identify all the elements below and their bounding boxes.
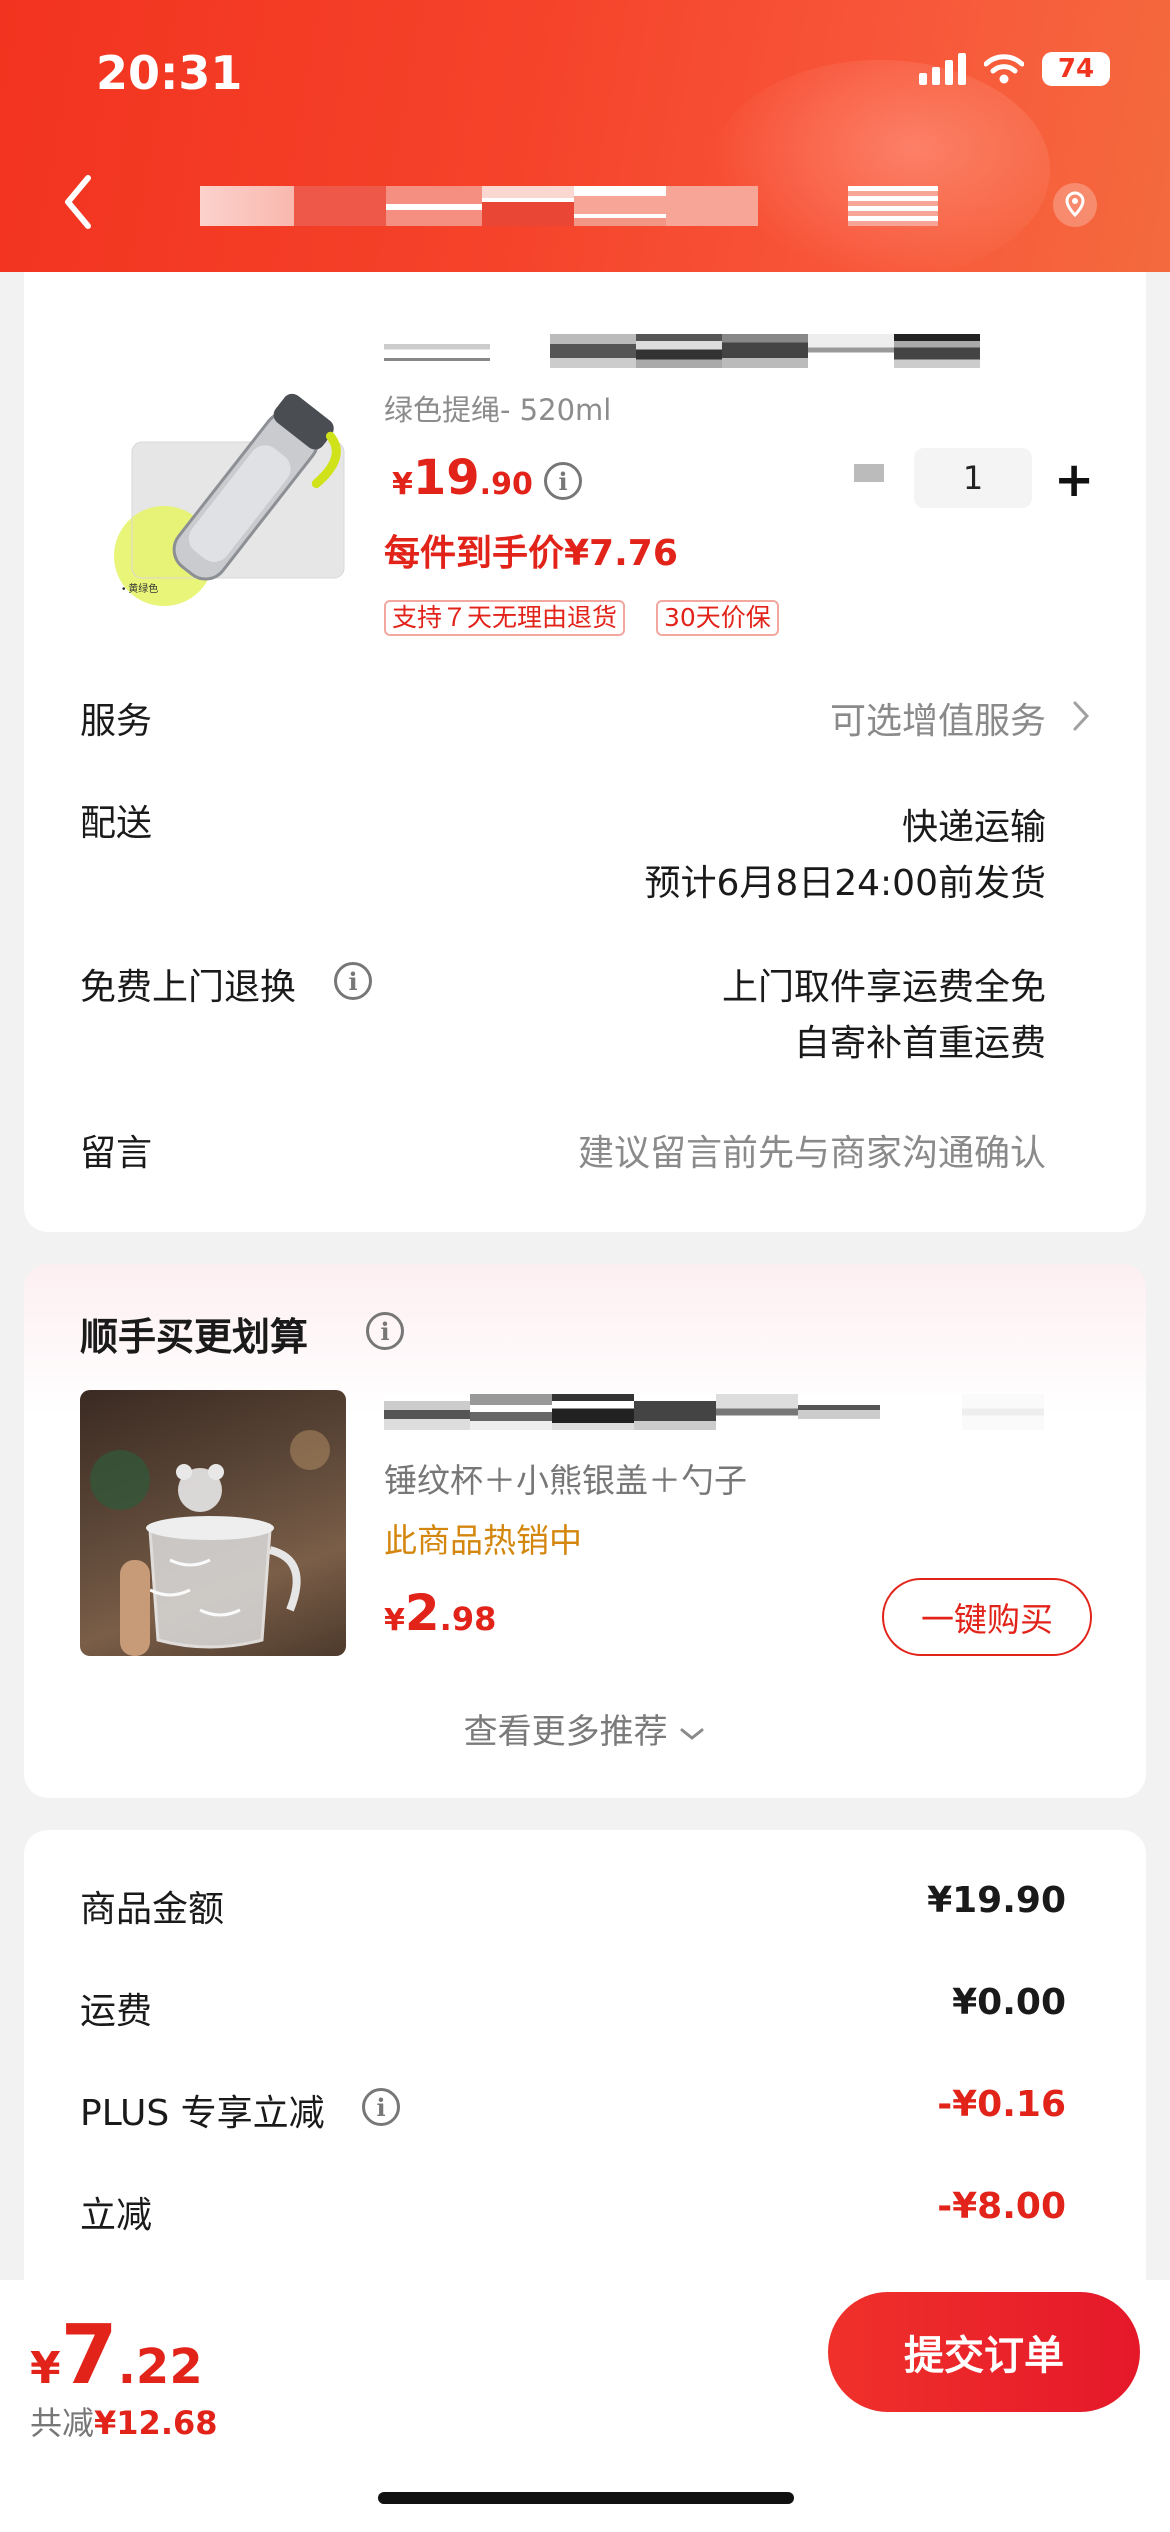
header-decoration [710, 60, 1050, 272]
battery-icon: 74 [1042, 52, 1110, 86]
quantity-increase-button[interactable]: + [1054, 450, 1094, 510]
recommended-title-redacted [384, 1394, 1044, 1430]
back-icon[interactable] [58, 172, 98, 232]
plus-discount-value: -¥0.16 [937, 2084, 1066, 2125]
shipping-fee-value: ¥0.00 [952, 1982, 1066, 2023]
quantity-input[interactable]: 1 [914, 448, 1032, 508]
info-icon[interactable]: i [544, 462, 582, 500]
product-title-redacted [384, 334, 980, 368]
recommended-product-thumbnail[interactable] [80, 1390, 346, 1656]
shop-title-redacted [200, 186, 758, 226]
service-value[interactable]: 可选增值服务 [830, 692, 1046, 744]
shop-title-redacted-2 [848, 186, 938, 226]
subtotal-value: ¥19.90 [927, 1880, 1066, 1921]
return-self-ship-text: 自寄补首重运费 [793, 1023, 1046, 1064]
location-icon[interactable] [1050, 180, 1100, 230]
net-price: 每件到手价¥7.76 [384, 533, 678, 574]
quantity-decrease-button[interactable] [854, 464, 884, 482]
service-label: 服务 [80, 701, 153, 742]
instant-discount-value: -¥8.00 [937, 2186, 1066, 2227]
svg-text:• 黄绿色: • 黄绿色 [122, 582, 158, 595]
checkout-bar: ¥7.22 共减¥12.68 提交订单 [0, 2280, 1170, 2532]
total-price: ¥7.22 [30, 2308, 203, 2403]
more-recommendations-link[interactable]: 查看更多推荐 [24, 1704, 1146, 1753]
submit-order-button[interactable]: 提交订单 [828, 2292, 1140, 2412]
recommendation-title: 顺手买更划算 [80, 1315, 309, 1359]
home-indicator[interactable] [378, 2492, 794, 2504]
recommendation-card: 顺手买更划算 i 锤纹杯＋小熊银盖＋勺子 此商品热销中 ¥2.98 一键购买 查… [24, 1264, 1146, 1798]
note-label: 留言 [80, 1133, 153, 1174]
unit-price: ¥19.90 [392, 450, 533, 506]
delivery-estimate: 预计6月8日24:00前发货 [644, 863, 1046, 904]
info-icon[interactable]: i [334, 962, 372, 1000]
instant-discount-label: 立减 [80, 2195, 153, 2236]
hot-sale-badge: 此商品热销中 [384, 1521, 582, 1560]
info-icon[interactable]: i [366, 1312, 404, 1350]
status-icons: 74 [919, 52, 1110, 86]
return-policy-tag: 支持７天无理由退货 [384, 600, 626, 636]
signal-icon [919, 53, 966, 85]
subtotal-label: 商品金额 [80, 1889, 225, 1930]
product-variant: 绿色提绳- 520ml [384, 393, 612, 427]
wifi-icon [984, 54, 1024, 84]
status-time: 20:31 [96, 46, 243, 100]
shipping-fee-label: 运费 [80, 1991, 153, 2032]
info-icon[interactable]: i [362, 2088, 400, 2126]
chevron-down-icon [680, 1728, 704, 1740]
delivery-label: 配送 [80, 803, 153, 844]
delivery-method: 快递运输 [901, 807, 1046, 848]
free-return-label: 免费上门退换 [80, 967, 297, 1008]
top-header: 20:31 74 [0, 0, 1170, 272]
total-saved: 共减¥12.68 [30, 2404, 218, 2442]
more-recommendations-label: 查看更多推荐 [463, 1712, 668, 1752]
order-item-card: • 黄绿色 绿色提绳- 520ml ¥19.90 i 1 + 每件到手价¥7.7… [24, 272, 1146, 1232]
recommended-price: ¥2.98 [384, 1584, 497, 1642]
return-pickup-text: 上门取件享运费全免 [721, 967, 1046, 1008]
price-protect-tag: 30天价保 [656, 600, 779, 636]
one-click-buy-button[interactable]: 一键购买 [882, 1578, 1092, 1656]
plus-discount-label: PLUS 专享立减 [80, 2093, 325, 2134]
note-input[interactable]: 建议留言前先与商家沟通确认 [578, 1124, 1046, 1176]
chevron-right-icon[interactable] [1070, 698, 1092, 734]
product-thumbnail[interactable]: • 黄绿色 [108, 366, 348, 606]
recommended-product-desc: 锤纹杯＋小熊银盖＋勺子 [384, 1461, 747, 1500]
